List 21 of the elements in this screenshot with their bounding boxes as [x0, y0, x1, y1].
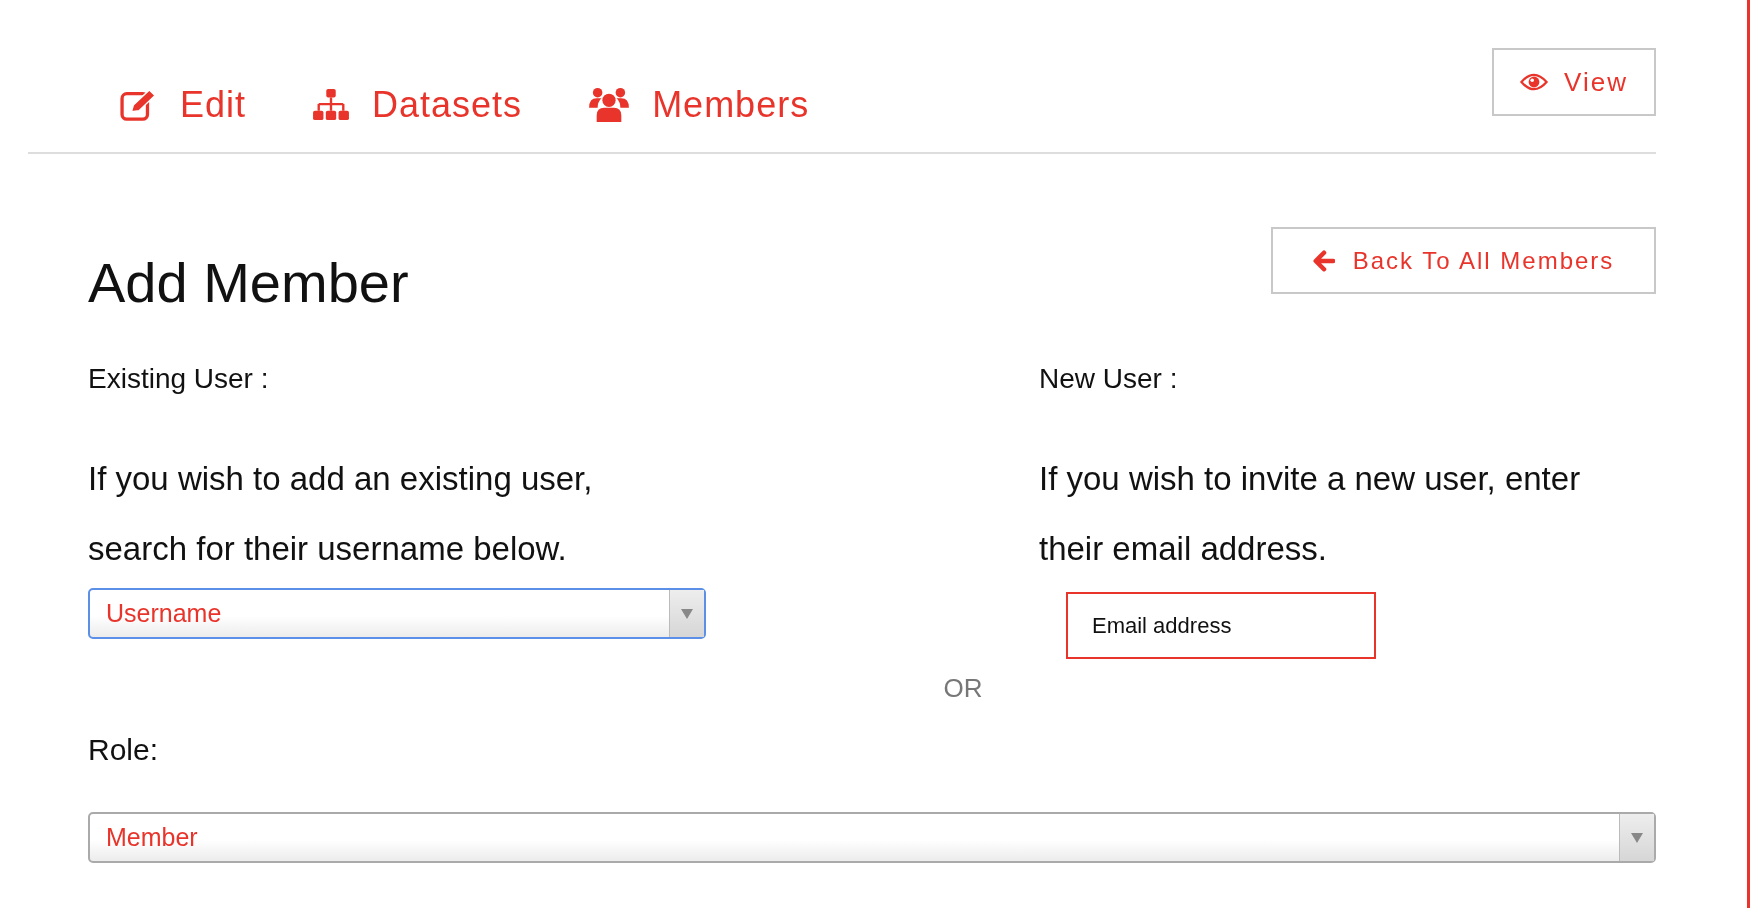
caret-icon — [1619, 814, 1654, 861]
caret-icon — [669, 590, 704, 637]
instruction-text: If you wish to add an existing user, search for their username below. — [88, 459, 594, 569]
sitemap-icon — [312, 88, 351, 122]
arrow-left-icon — [1312, 249, 1335, 272]
nav-tab[interactable]: Members — [588, 84, 810, 126]
username-select[interactable]: Username — [88, 588, 706, 639]
role-select[interactable]: Member — [88, 812, 1656, 863]
nav-tab[interactable]: Edit — [120, 84, 247, 126]
or-separator: OR — [943, 673, 983, 704]
eye-icon — [1520, 73, 1549, 91]
section-label: Existing User : — [88, 362, 270, 396]
email-field[interactable]: Email address — [1066, 592, 1376, 659]
section-label: New User : — [1039, 362, 1179, 396]
role-label: Role: — [88, 732, 160, 768]
back-button[interactable]: Back To All Members — [1271, 227, 1656, 294]
instruction-text: If you wish to invite a new user, enter their email address. — [1039, 459, 1582, 569]
view-button[interactable]: View — [1492, 48, 1656, 116]
page-title: Add Member — [88, 250, 409, 316]
people-icon — [588, 87, 631, 123]
nav-tab[interactable]: Datasets — [312, 84, 523, 126]
